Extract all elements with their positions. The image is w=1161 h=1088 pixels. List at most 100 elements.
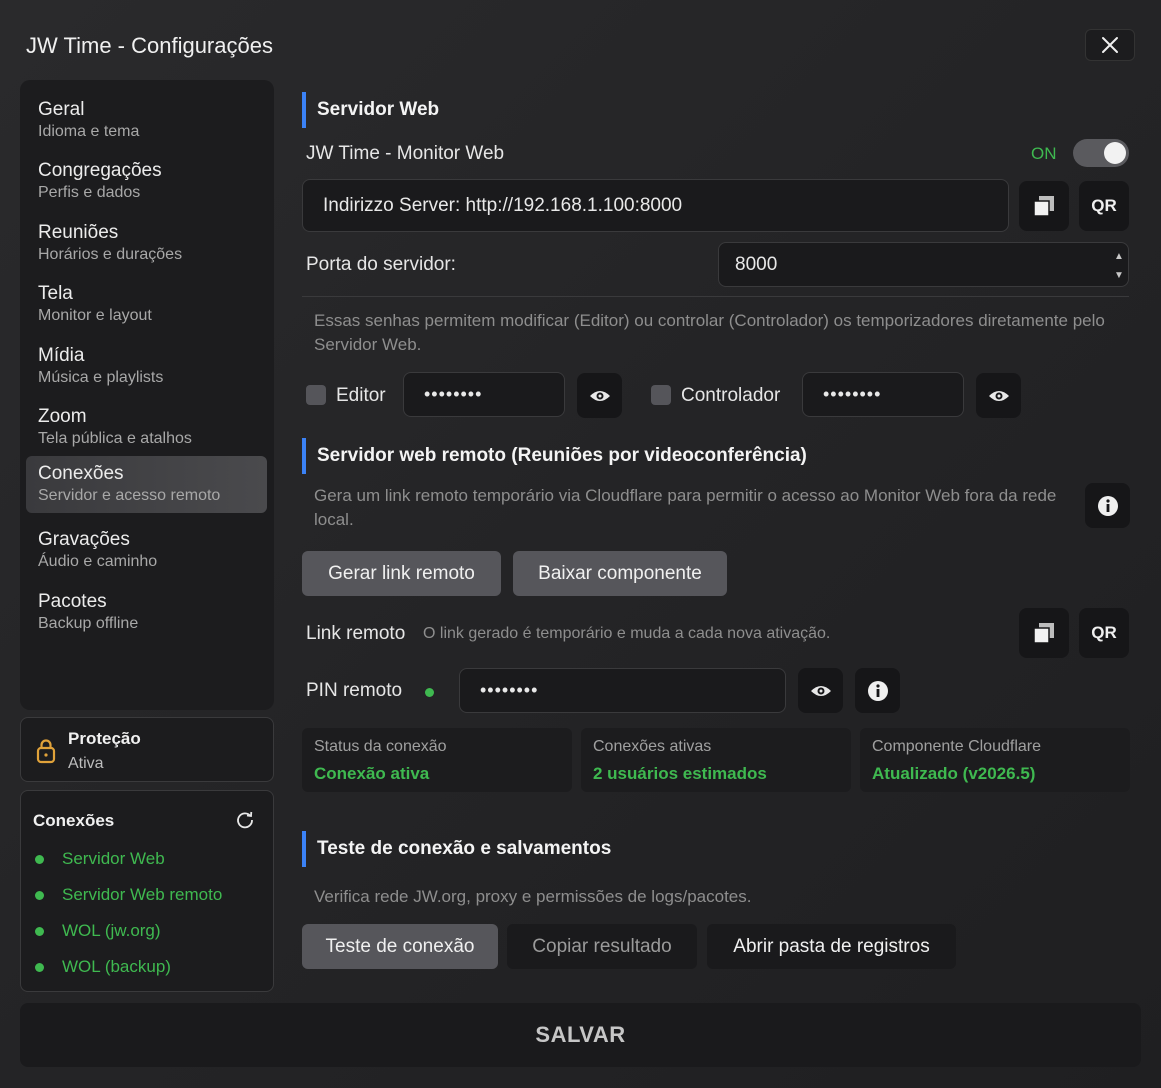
pin-field[interactable]: •••••••• [459, 668, 786, 713]
pin-value: •••••••• [480, 680, 539, 700]
show-editor-password-button[interactable] [577, 373, 622, 418]
test-help-text: Verifica rede JW.org, proxy e permissões… [314, 887, 752, 906]
protection-status: Ativa [68, 755, 104, 772]
eye-icon [810, 685, 831, 696]
connection-label: WOL (jw.org) [62, 921, 161, 940]
controller-password-field[interactable]: •••••••• [802, 372, 964, 417]
web-server-toggle[interactable] [1073, 139, 1129, 167]
generate-remote-link-button[interactable]: Gerar link remoto [302, 551, 501, 596]
status-dot [35, 926, 44, 936]
connection-label: Servidor Web remoto [62, 885, 223, 904]
connections-title: Conexões [33, 811, 115, 830]
status-dot [35, 962, 44, 972]
editor-label: Editor [336, 385, 386, 406]
sidebar-item-geral[interactable]: Geral Idioma e tema [26, 92, 267, 149]
divider [302, 296, 1129, 297]
editor-password-field[interactable]: •••••••• [403, 372, 565, 417]
server-address-text: Indirizzo Server: http://192.168.1.100:8… [323, 194, 683, 216]
copy-result-button[interactable]: Copiar resultado [507, 924, 697, 969]
show-pin-button[interactable] [798, 668, 843, 713]
copy-remote-link-button[interactable] [1019, 608, 1069, 658]
copy-icon [1033, 623, 1054, 644]
status-card-active-connections: Conexões ativas 2 usuários estimados [581, 728, 851, 792]
qr-remote-link-button[interactable]: QR [1079, 608, 1129, 658]
editor-checkbox[interactable] [306, 385, 326, 405]
sidebar-item-title: Mídia [38, 345, 85, 366]
sidebar-item-subtitle: Horários e durações [38, 246, 183, 263]
show-controller-password-button[interactable] [976, 373, 1021, 418]
toggle-state-label: ON [1031, 144, 1057, 163]
refresh-icon[interactable] [235, 810, 255, 830]
pin-info-button[interactable] [855, 668, 900, 713]
eye-icon [988, 390, 1009, 401]
test-connection-button[interactable]: Teste de conexão [302, 924, 498, 969]
connection-label: Servidor Web [62, 849, 165, 868]
sidebar-item-subtitle: Perfis e dados [38, 184, 141, 201]
sidebar-item-conexoes[interactable]: Conexões Servidor e acesso remoto [26, 456, 267, 513]
open-logs-folder-button[interactable]: Abrir pasta de registros [707, 924, 956, 969]
sidebar-item-tela[interactable]: Tela Monitor e layout [26, 276, 267, 333]
protection-title: Proteção [68, 729, 141, 748]
controller-label: Controlador [681, 385, 781, 406]
pin-status-dot [425, 688, 434, 697]
status-dot [35, 854, 44, 864]
monitor-web-label: JW Time - Monitor Web [306, 143, 505, 164]
sidebar-item-title: Gravações [38, 529, 130, 550]
remote-link-label: Link remoto [306, 623, 406, 644]
server-address-field[interactable]: Indirizzo Server: http://192.168.1.100:8… [302, 179, 1009, 232]
eye-icon [589, 390, 610, 401]
status-card-value: Atualizado (v2026.5) [872, 764, 1036, 783]
connection-item-wol-backup: WOL (backup) [35, 957, 171, 977]
section-title-remote: Servidor web remoto (Reuniões por videoc… [302, 438, 807, 474]
remote-help-text: Gera um link remoto temporário via Cloud… [314, 486, 1057, 529]
section-title-test: Teste de conexão e salvamentos [302, 831, 611, 867]
sidebar-item-title: Reuniões [38, 222, 119, 243]
qr-address-button[interactable]: QR [1079, 181, 1129, 231]
settings-sidebar: Geral Idioma e tema Congregações Perfis … [20, 80, 274, 710]
status-card-cloudflare: Componente Cloudflare Atualizado (v2026.… [860, 728, 1130, 792]
controller-password-value: •••••••• [823, 384, 882, 404]
save-button[interactable]: SALVAR [20, 1003, 1141, 1067]
copy-icon [1033, 196, 1054, 217]
sidebar-item-title: Geral [38, 99, 85, 120]
pin-label: PIN remoto [306, 680, 403, 701]
port-stepper[interactable]: ▲ ▼ [1114, 247, 1124, 285]
stepper-down-icon[interactable]: ▼ [1114, 266, 1124, 285]
sidebar-item-title: Pacotes [38, 591, 107, 612]
connection-item-remote-server: Servidor Web remoto [35, 885, 222, 905]
sidebar-item-title: Zoom [38, 406, 87, 427]
status-card-value: 2 usuários estimados [593, 764, 767, 783]
status-card-connection: Status da conexão Conexão ativa [302, 728, 572, 792]
copy-address-button[interactable] [1019, 181, 1069, 231]
sidebar-item-title: Congregações [38, 160, 162, 181]
stepper-up-icon[interactable]: ▲ [1114, 247, 1124, 266]
lock-icon [36, 739, 56, 764]
connection-label: WOL (backup) [62, 957, 171, 976]
controller-checkbox[interactable] [651, 385, 671, 405]
status-card-label: Componente Cloudflare [872, 738, 1041, 755]
port-input[interactable]: 8000 ▲ ▼ [718, 242, 1129, 287]
sidebar-item-midia[interactable]: Mídia Música e playlists [26, 338, 267, 395]
download-component-button[interactable]: Baixar componente [513, 551, 727, 596]
remote-link-hint: O link gerado é temporário e muda a cada… [423, 625, 831, 642]
sidebar-item-congregacoes[interactable]: Congregações Perfis e dados [26, 153, 267, 210]
sidebar-item-reunioes[interactable]: Reuniões Horários e durações [26, 215, 267, 272]
sidebar-item-pacotes[interactable]: Pacotes Backup offline [26, 584, 267, 641]
remote-info-button[interactable] [1085, 483, 1130, 528]
status-dot [35, 890, 44, 900]
close-button[interactable] [1085, 29, 1135, 61]
sidebar-item-gravacoes[interactable]: Gravações Áudio e caminho [26, 522, 267, 579]
info-icon [867, 680, 888, 701]
sidebar-item-subtitle: Monitor e layout [38, 307, 152, 324]
connections-panel: Conexões Servidor Web Servidor Web remot… [20, 790, 274, 992]
section-title-web-server: Servidor Web [302, 92, 439, 128]
status-card-label: Conexões ativas [593, 738, 712, 755]
toggle-knob [1104, 142, 1126, 164]
sidebar-item-title: Tela [38, 283, 73, 304]
close-icon [1102, 37, 1118, 53]
sidebar-item-subtitle: Idioma e tema [38, 123, 140, 140]
sidebar-item-zoom[interactable]: Zoom Tela pública e atalhos [26, 399, 267, 456]
sidebar-item-subtitle: Áudio e caminho [38, 553, 158, 570]
sidebar-item-subtitle: Música e playlists [38, 369, 164, 386]
connection-item-wol-jw: WOL (jw.org) [35, 921, 161, 941]
